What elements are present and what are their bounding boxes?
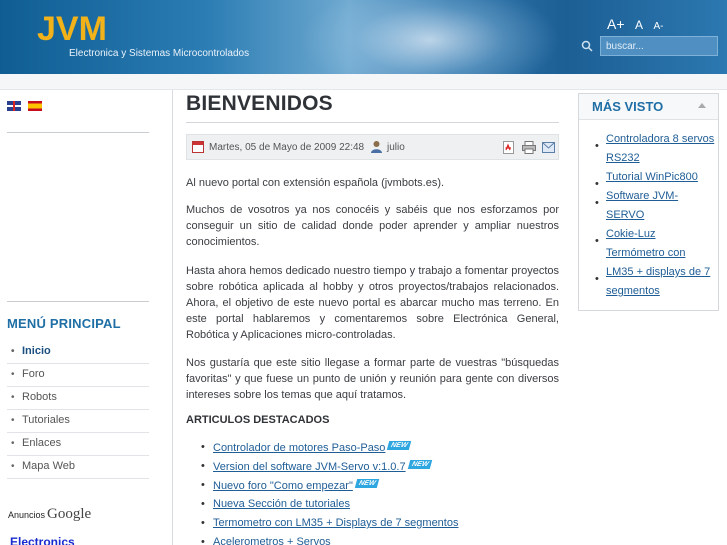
pdf-icon[interactable]: [503, 141, 515, 154]
site-logo[interactable]: JVM: [37, 10, 107, 49]
search-input[interactable]: [600, 36, 718, 56]
featured-item-label[interactable]: Nuevo foro "Como empezar": [213, 480, 353, 492]
article-title: BIENVENIDOS: [186, 92, 333, 115]
print-icon[interactable]: [522, 141, 536, 154]
site-header: JVM Electronica y Sistemas Microcontrola…: [0, 0, 727, 74]
ad-link[interactable]: Electronics: [10, 535, 75, 545]
article-paragraph: Al nuevo portal con extensión española (…: [186, 177, 445, 189]
most-viewed-module: MÁS VISTO Controladora 8 servos RS232 Tu…: [578, 93, 719, 311]
main-menu-title: MENÚ PRINCIPAL: [7, 316, 121, 331]
divider: [7, 132, 149, 133]
search-icon: [581, 40, 593, 52]
title-divider: [186, 122, 559, 123]
most-viewed-list: Controladora 8 servos RS232 Tutorial Win…: [593, 130, 715, 301]
featured-item[interactable]: Acelerometros + Servos: [201, 536, 458, 545]
menu-item-robots[interactable]: Robots: [7, 387, 149, 410]
most-viewed-item[interactable]: Controladora 8 servos RS232: [593, 130, 715, 168]
most-viewed-item[interactable]: Software JVM-SERVO: [593, 187, 715, 225]
article-meta: Martes, 05 de Mayo de 2009 22:48 julio: [186, 134, 559, 160]
new-badge: NEW: [407, 460, 433, 469]
featured-item-label[interactable]: Acelerometros + Servos: [213, 536, 331, 545]
featured-item-label[interactable]: Version del software JVM-Servo v:1.0.7: [213, 461, 406, 473]
divider: [7, 301, 149, 302]
article-date: Martes, 05 de Mayo de 2009 22:48: [209, 142, 365, 153]
font-reset-button[interactable]: A: [635, 18, 643, 32]
featured-title: ARTICULOS DESTACADOS: [186, 414, 330, 426]
font-decrease-button[interactable]: A-: [653, 21, 663, 32]
article-paragraph: Hasta ahora hemos dedicado nuestro tiemp…: [186, 265, 559, 341]
new-badge: NEW: [387, 441, 412, 450]
flag-es-icon[interactable]: [28, 101, 43, 111]
article-paragraph: Nos gustaría que este sitio llegase a fo…: [186, 357, 559, 401]
featured-item[interactable]: Version del software JVM-Servo v:1.0.7NE…: [201, 460, 458, 479]
featured-item-label[interactable]: Termometro con LM35 + Displays de 7 segm…: [213, 517, 458, 529]
featured-item[interactable]: Controlador de motores Paso-PasoNEW: [201, 441, 458, 460]
most-viewed-title: MÁS VISTO: [592, 99, 664, 114]
ads-label: Anuncios: [8, 510, 46, 520]
email-icon[interactable]: [542, 142, 555, 153]
calendar-icon: [192, 141, 204, 153]
sub-header-band: [0, 74, 727, 90]
featured-item[interactable]: Termometro con LM35 + Displays de 7 segm…: [201, 517, 458, 536]
collapse-icon[interactable]: [698, 103, 706, 108]
menu-item-enlaces[interactable]: Enlaces: [7, 433, 149, 456]
language-selector: [7, 101, 44, 120]
menu-item-mapa-web[interactable]: Mapa Web: [7, 456, 149, 479]
menu-item-inicio[interactable]: Inicio: [7, 341, 149, 364]
most-viewed-item[interactable]: Cokie-Luz Termómetro con: [593, 225, 715, 263]
site-tagline: Electronica y Sistemas Microcontrolados: [69, 48, 250, 59]
article-paragraph: Muchos de vosotros ya nos conocéis y sab…: [186, 204, 559, 248]
article-author: julio: [387, 142, 405, 153]
menu-item-tutoriales[interactable]: Tutoriales: [7, 410, 149, 433]
font-size-controls: A+ A A-: [607, 16, 669, 34]
new-badge: NEW: [354, 479, 380, 488]
featured-item[interactable]: Nuevo foro "Como empezar"NEW: [201, 479, 458, 498]
column-divider: [172, 90, 173, 545]
user-icon: [371, 141, 382, 153]
flag-uk-icon[interactable]: [7, 101, 21, 111]
main-menu: Inicio Foro Robots Tutoriales Enlaces Ma…: [7, 341, 149, 479]
header-graphic: [300, 0, 560, 74]
most-viewed-header: MÁS VISTO: [579, 94, 718, 120]
featured-item-label[interactable]: Controlador de motores Paso-Paso: [213, 442, 385, 454]
featured-item[interactable]: Nueva Sección de tutoriales: [201, 498, 458, 517]
ads-google-logo[interactable]: Google: [47, 506, 91, 523]
most-viewed-item[interactable]: LM35 + displays de 7 segmentos: [593, 263, 715, 301]
menu-item-foro[interactable]: Foro: [7, 364, 149, 387]
featured-list: Controlador de motores Paso-PasoNEW Vers…: [201, 441, 458, 545]
most-viewed-item[interactable]: Tutorial WinPic800: [593, 168, 715, 194]
font-increase-button[interactable]: A+: [607, 16, 625, 32]
featured-item-label[interactable]: Nueva Sección de tutoriales: [213, 498, 350, 510]
